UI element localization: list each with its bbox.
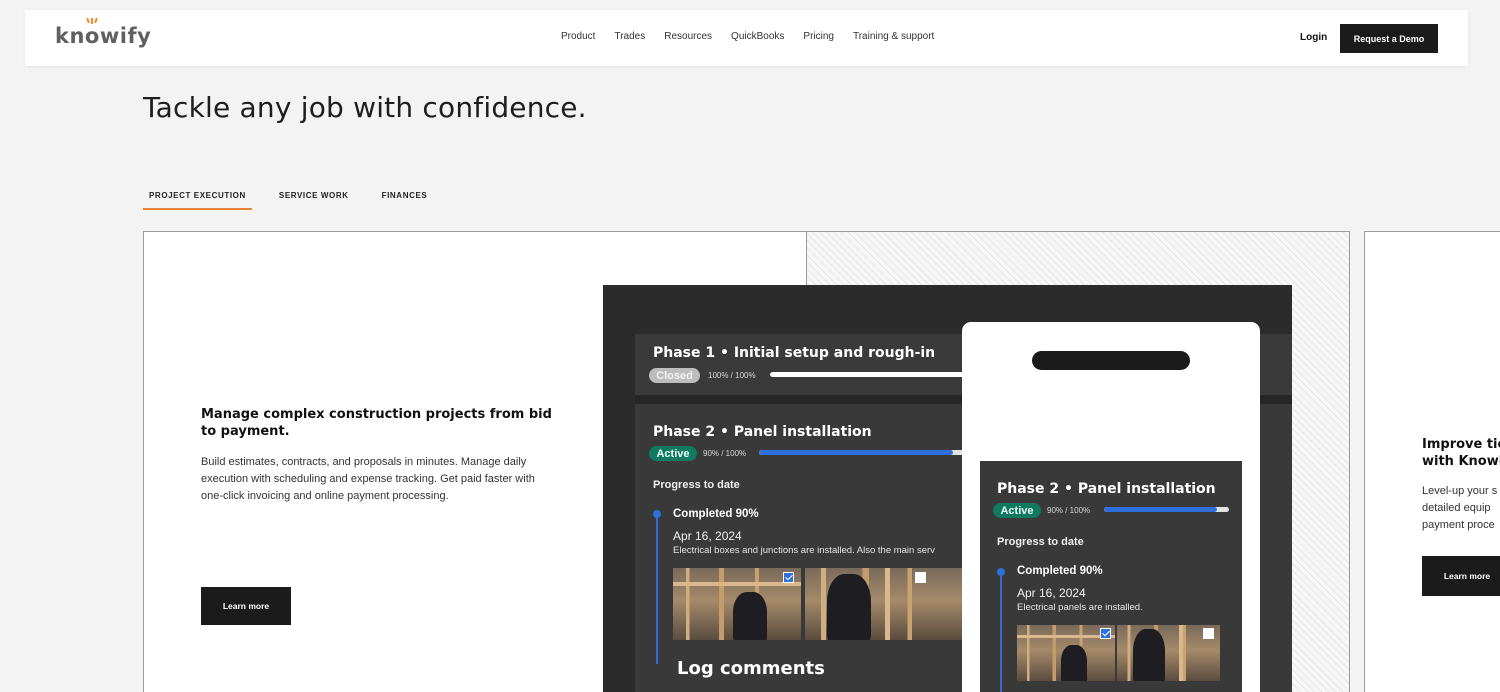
phone-photo-1-checkbox[interactable] <box>1100 628 1111 639</box>
logo-spark-icon <box>86 17 98 24</box>
progress-to-date-label: Progress to date <box>653 479 740 491</box>
log-comments-heading: Log comments <box>677 658 825 679</box>
nav-link-product[interactable]: Product <box>561 31 595 42</box>
card2-desc-line-2: detailed equip <box>1422 502 1491 514</box>
request-demo-button[interactable]: Request a Demo <box>1340 24 1438 53</box>
phone-photo-2-checkbox[interactable] <box>1203 628 1214 639</box>
nav-link-pricing[interactable]: Pricing <box>803 31 834 42</box>
phase2-progress-text: 90% / 100% <box>703 449 747 458</box>
learn-more-button[interactable]: Learn more <box>201 587 291 625</box>
phone-status-badge: Active <box>993 503 1041 518</box>
phone-entry-date: Apr 16, 2024 <box>1017 586 1086 600</box>
card2-desc-line-1: Level-up your s <box>1422 485 1498 497</box>
phone-photo-2[interactable] <box>1117 625 1220 681</box>
nav-link-quickbooks[interactable]: QuickBooks <box>731 31 784 42</box>
card2-learn-more-button[interactable]: Learn more <box>1422 556 1500 596</box>
phone-photo-1[interactable] <box>1017 625 1115 681</box>
card-title: Manage complex construction projects fro… <box>201 407 552 439</box>
phone-phase-card: Phase 2 • Panel installation Active 90% … <box>980 461 1242 692</box>
top-navbar: kn owify Product Trades Resources QuickBo… <box>25 10 1468 66</box>
feature-tabs: PROJECT EXECUTION SERVICE WORK FINANCES <box>143 191 454 210</box>
card2-desc-line-3: payment proce <box>1422 519 1495 531</box>
phone-timeline-line <box>1000 574 1002 692</box>
phone-progress-label: Progress to date <box>997 536 1084 548</box>
entry-note: Electrical boxes and junctions are insta… <box>673 545 935 556</box>
nav-link-training-support[interactable]: Training & support <box>853 31 934 42</box>
phone-progress-text: 90% / 100% <box>1047 506 1091 515</box>
login-link[interactable]: Login <box>1300 32 1327 43</box>
entry-status: Completed 90% <box>673 508 759 520</box>
phase1-progress-text: 100% / 100% <box>708 371 756 380</box>
logo-o: o <box>85 17 100 49</box>
logo-text-end: wify <box>99 24 152 48</box>
phone-entry-status: Completed 90% <box>1017 565 1103 577</box>
card2-title-line-1: Improve tic <box>1422 437 1500 452</box>
tab-finances[interactable]: FINANCES <box>376 191 434 210</box>
page-headline: Tackle any job with confidence. <box>143 91 587 124</box>
phase2-title: Phase 2 • Panel installation <box>653 424 872 440</box>
phase2-progress-bar <box>759 450 974 455</box>
phone-entry-note: Electrical panels are installed. <box>1017 602 1143 613</box>
timeline-line <box>656 516 658 664</box>
phone-mockup: Phase 2 • Panel installation Active 90% … <box>962 322 1260 692</box>
tab-service-work[interactable]: SERVICE WORK <box>273 191 355 210</box>
phase1-progress-bar <box>770 372 970 377</box>
status-badge-active: Active <box>649 446 697 461</box>
phase1-title: Phase 1 • Initial setup and rough-in <box>653 345 936 361</box>
site-photo-2[interactable] <box>805 568 965 640</box>
card-description: Build estimates, contracts, and proposal… <box>201 456 535 502</box>
entry-date: Apr 16, 2024 <box>673 529 742 543</box>
photo-1-checkbox[interactable] <box>783 572 794 583</box>
photo-2-checkbox[interactable] <box>915 572 926 583</box>
tab-project-execution[interactable]: PROJECT EXECUTION <box>143 191 252 210</box>
nav-links: Product Trades Resources QuickBooks Pric… <box>561 31 953 42</box>
site-photo-1[interactable] <box>673 568 801 640</box>
logo-text-start: kn <box>55 24 85 48</box>
phone-notch <box>1032 351 1190 370</box>
card2-title-line-2: with Knowi <box>1422 454 1500 469</box>
phone-phase-title: Phase 2 • Panel installation <box>997 481 1216 497</box>
card2-description: Level-up your s detailed equip payment p… <box>1422 483 1500 534</box>
phone-progress-bar <box>1104 507 1229 512</box>
status-badge-closed: Closed <box>649 368 700 383</box>
nav-link-trades[interactable]: Trades <box>614 31 645 42</box>
knowify-logo[interactable]: kn owify <box>55 17 152 49</box>
nav-link-resources[interactable]: Resources <box>664 31 712 42</box>
card2-title: Improve tic with Knowi <box>1422 436 1500 470</box>
